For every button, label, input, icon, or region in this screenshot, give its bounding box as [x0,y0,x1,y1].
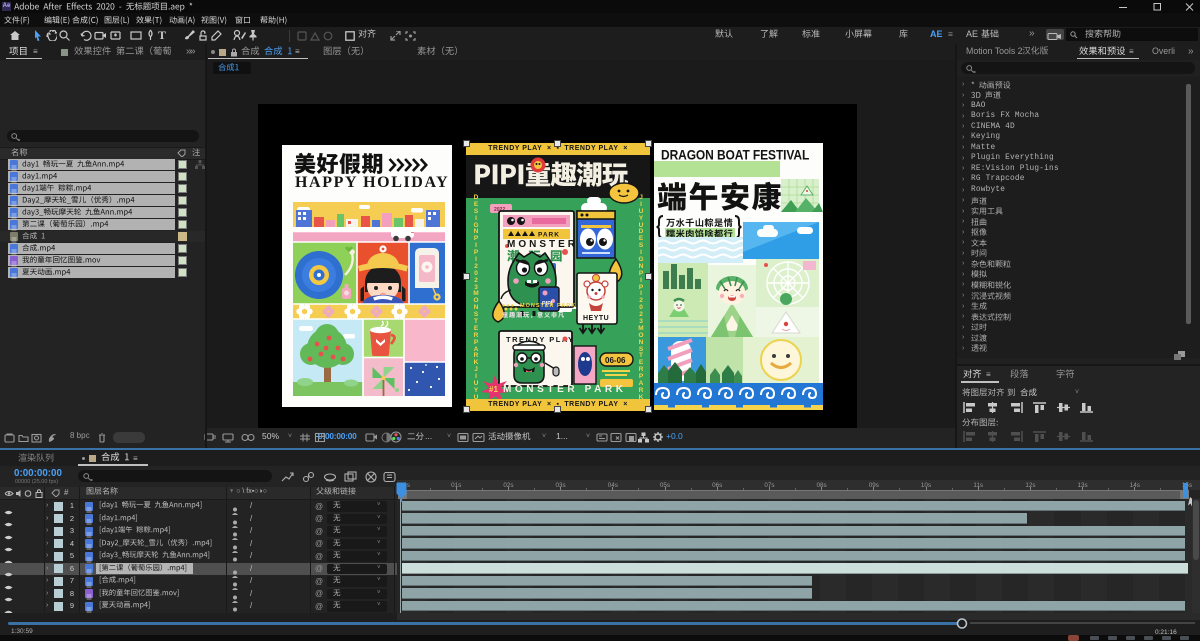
svg-text:PARK: PARK [538,232,560,239]
svg-text:HEYTU: HEYTU [583,315,609,322]
svg-text:MONSTER: MONSTER [507,239,578,250]
svg-text:06-06: 06-06 [605,356,626,365]
svg-text:#1: #1 [489,385,498,394]
